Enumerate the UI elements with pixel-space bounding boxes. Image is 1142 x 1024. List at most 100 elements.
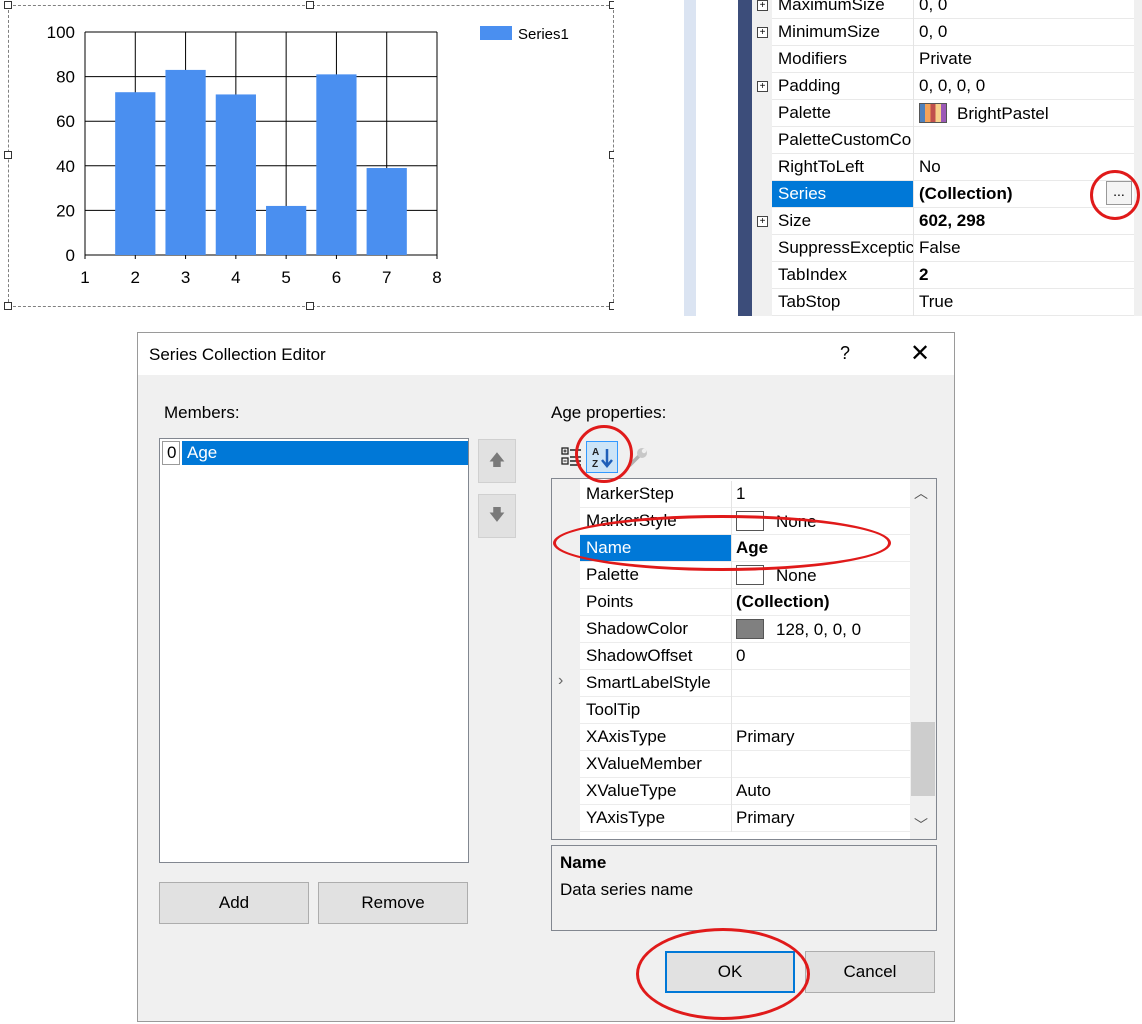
series-properties-grid: MarkerStep 1 MarkerStyle None Name Age Palette… [551, 478, 937, 840]
property-row[interactable]: PaletteCustomCo [772, 127, 1142, 154]
column-divider [731, 616, 732, 643]
property-value[interactable]: False [919, 238, 961, 258]
chevron-right-icon[interactable]: › [558, 672, 563, 690]
property-name: Padding [778, 76, 841, 95]
properties-scrollbar[interactable]: ︿ ﹀ [910, 479, 936, 839]
property-row[interactable]: ShadowColor 128, 0, 0, 0 [580, 616, 910, 643]
property-value[interactable]: (Collection) [919, 184, 1013, 204]
expand-icon[interactable]: + [757, 27, 768, 38]
series-ellipsis-button[interactable]: ... [1106, 181, 1132, 205]
property-value[interactable]: 0 [736, 646, 745, 666]
property-value[interactable]: 0, 0 [919, 22, 947, 42]
property-value-text: Age [736, 538, 769, 557]
expand-icon[interactable]: + [757, 0, 768, 11]
property-row[interactable]: › SmartLabelStyle [558, 670, 910, 697]
list-item[interactable]: 0 Age [162, 441, 468, 465]
expand-icon[interactable]: + [757, 216, 768, 227]
property-value[interactable]: Auto [736, 781, 771, 801]
property-value[interactable]: Primary [736, 808, 795, 828]
property-row[interactable]: + Size 602, 298 [757, 208, 1142, 235]
property-row[interactable]: SuppressExceptic False [772, 235, 1142, 262]
property-value[interactable]: Primary [736, 727, 795, 747]
column-divider [913, 262, 914, 289]
expand-icon[interactable]: + [757, 81, 768, 92]
property-value[interactable]: (Collection) [736, 592, 830, 612]
move-up-button[interactable]: 🡅 [478, 439, 516, 483]
property-value[interactable]: No [919, 157, 941, 177]
property-row[interactable]: TabIndex 2 [772, 262, 1142, 289]
property-value[interactable]: None [736, 565, 817, 586]
scroll-down-icon[interactable]: ﹀ [914, 815, 928, 835]
property-row[interactable]: ToolTip [580, 697, 910, 724]
splitter[interactable] [684, 0, 696, 316]
add-button[interactable]: Add [159, 882, 309, 924]
property-row[interactable]: MarkerStyle None [580, 508, 910, 535]
column-divider [913, 127, 914, 154]
property-value-text: 602, 298 [919, 211, 986, 230]
column-divider [731, 697, 732, 724]
move-down-button[interactable]: 🡇 [478, 494, 516, 538]
property-row[interactable]: RightToLeft No [772, 154, 1142, 181]
property-row[interactable]: Palette BrightPastel [772, 100, 1142, 127]
wrench-icon[interactable] [622, 441, 654, 473]
property-row[interactable]: MarkerStep 1 [580, 481, 910, 508]
property-row[interactable]: TabStop True [772, 289, 1142, 316]
scroll-up-icon[interactable]: ︿ [914, 483, 928, 503]
property-value[interactable]: 0, 0 [919, 0, 947, 15]
y-tick-label: 60 [56, 112, 75, 131]
property-row[interactable]: XValueType Auto [580, 778, 910, 805]
property-row[interactable]: Points (Collection) [580, 589, 910, 616]
property-row[interactable]: + MinimumSize 0, 0 [757, 19, 1142, 46]
property-row[interactable]: Modifiers Private [772, 46, 1142, 73]
properties-scrollbar[interactable] [1134, 0, 1142, 316]
property-row[interactable]: XAxisType Primary [580, 724, 910, 751]
property-value-text: None [776, 512, 817, 531]
property-row[interactable]: + MaximumSize 0, 0 [757, 0, 1142, 19]
help-button[interactable]: ? [840, 343, 850, 364]
x-tick-label: 3 [181, 268, 190, 287]
property-value[interactable]: 2 [919, 265, 928, 285]
description-text: Data series name [560, 880, 694, 899]
property-name: ShadowOffset [586, 646, 693, 665]
property-value[interactable]: 0, 0, 0, 0 [919, 76, 985, 96]
property-value[interactable]: 1 [736, 484, 745, 504]
property-row[interactable]: ShadowOffset 0 [580, 643, 910, 670]
column-divider [731, 751, 732, 778]
property-value[interactable]: 602, 298 [919, 211, 985, 231]
categorized-icon[interactable] [556, 441, 588, 473]
property-value[interactable]: None [736, 511, 817, 532]
x-tick-label: 7 [382, 268, 391, 287]
remove-button[interactable]: Remove [318, 882, 468, 924]
property-value[interactable]: True [919, 292, 953, 312]
close-icon[interactable]: ✕ [910, 339, 930, 368]
property-row[interactable]: YAxisType Primary [580, 805, 910, 832]
property-row[interactable]: Series (Collection) [772, 181, 1142, 208]
dialog-titlebar: Series Collection Editor ? ✕ [138, 333, 954, 375]
chart-control[interactable]: 0 20 40 60 80 100 1 2 3 4 5 6 7 8 Series1 [8, 5, 614, 307]
property-name: Name [580, 535, 731, 561]
arrow-up-icon: 🡅 [488, 452, 506, 469]
property-value[interactable]: 128, 0, 0, 0 [736, 619, 861, 640]
cancel-button[interactable]: Cancel [805, 951, 935, 993]
column-divider [913, 235, 914, 262]
scroll-thumb[interactable] [911, 722, 935, 796]
property-row[interactable]: + Padding 0, 0, 0, 0 [757, 73, 1142, 100]
property-row[interactable]: Name Age [580, 535, 910, 562]
property-value[interactable]: BrightPastel [919, 103, 1049, 124]
resize-handle[interactable] [4, 151, 12, 159]
ok-button[interactable]: OK [665, 951, 795, 993]
property-row[interactable]: Palette None [580, 562, 910, 589]
members-list[interactable]: 0 Age [159, 438, 469, 863]
resize-handle[interactable] [306, 302, 314, 310]
color-swatch [736, 619, 764, 639]
property-name: SuppressExceptic [778, 238, 914, 257]
resize-handle[interactable] [4, 1, 12, 9]
alphabetical-sort-icon[interactable]: A Z [586, 441, 618, 473]
property-value-text: 0, 0 [919, 0, 948, 14]
resize-handle[interactable] [4, 302, 12, 310]
property-row[interactable]: XValueMember [580, 751, 910, 778]
svg-text:Z: Z [592, 459, 598, 470]
resize-handle[interactable] [306, 1, 314, 9]
property-value[interactable]: Private [919, 49, 972, 69]
property-value[interactable]: Age [736, 538, 768, 558]
